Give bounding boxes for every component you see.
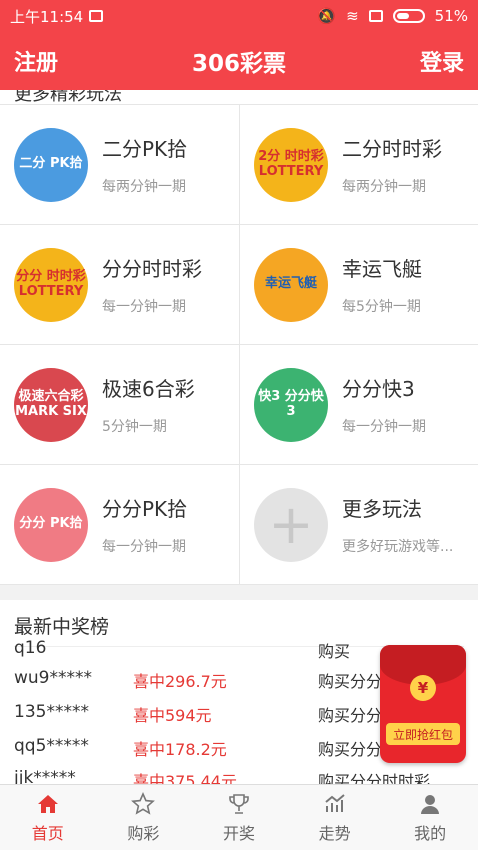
game-item[interactable]: 快3 分分快3 分分快3 每一分钟一期 xyxy=(239,345,478,464)
game-period: 每5分钟一期 xyxy=(342,299,421,315)
game-logo-icon: 分分 PK拾 xyxy=(14,487,88,562)
game-period: 每两分钟一期 xyxy=(102,179,186,195)
mute-icon: 🔕 xyxy=(317,7,337,25)
tab-trend[interactable]: 走势 xyxy=(287,785,383,850)
tab-buy[interactable]: 购彩 xyxy=(96,785,192,850)
game-logo-icon: 快3 分分快3 xyxy=(254,367,328,442)
status-time: 上午11:54 xyxy=(10,7,84,26)
star-icon xyxy=(131,791,156,815)
red-packet-button[interactable]: ¥ 立即抢红包 xyxy=(380,645,466,763)
game-period: 每一分钟一期 xyxy=(102,539,186,555)
notification-icon xyxy=(89,10,104,22)
game-logo-icon: 分分 时时彩 LOTTERY xyxy=(14,247,88,322)
game-period: 每一分钟一期 xyxy=(342,419,426,435)
sim-icon xyxy=(368,10,383,22)
tab-home[interactable]: 首页 xyxy=(0,785,96,850)
game-period: 5分钟一期 xyxy=(102,419,167,435)
game-logo-icon: 极速六合彩 MARK SIX xyxy=(14,367,88,442)
game-item[interactable]: 分分 时时彩 LOTTERY 分分时时彩每一分钟一期 xyxy=(0,225,239,344)
game-item[interactable]: 幸运飞艇 幸运飞艇 每5分钟一期 xyxy=(239,225,478,344)
trophy-icon xyxy=(229,793,249,814)
game-item[interactable]: 分分 PK拾 分分PK拾每一分钟一期 xyxy=(0,465,239,584)
game-name: 极速6合彩 xyxy=(102,377,195,401)
game-name: 二分时时彩 xyxy=(342,137,442,161)
battery-percent: 51% xyxy=(434,7,468,25)
game-name: 二分PK拾 xyxy=(102,137,188,161)
page-title: 306彩票 xyxy=(191,51,286,77)
coin-icon: ¥ xyxy=(410,675,436,701)
list-item: jjk***** 喜中375.44元 购买分分时时彩 xyxy=(14,768,431,784)
winners-title: 最新中奖榜 xyxy=(14,616,110,638)
game-name: 分分时时彩 xyxy=(102,257,202,281)
game-logo-icon: 幸运飞艇 xyxy=(254,247,328,322)
game-logo-icon: 2分 时时彩 LOTTERY xyxy=(254,127,328,202)
home-icon xyxy=(37,794,58,813)
trend-icon xyxy=(324,793,345,812)
plus-icon: + xyxy=(254,487,328,562)
battery-icon xyxy=(392,9,425,23)
wifi-icon: ≋ xyxy=(346,7,359,25)
user-icon xyxy=(421,794,440,814)
game-period: 每一分钟一期 xyxy=(102,299,186,315)
tab-mine[interactable]: 我的 xyxy=(382,785,478,850)
game-period: 每两分钟一期 xyxy=(342,179,426,195)
game-item[interactable]: 极速六合彩 MARK SIX 极速6合彩 5分钟一期 xyxy=(0,345,239,464)
section-title: 更多精彩玩法 xyxy=(14,90,122,104)
game-name: 更多玩法 xyxy=(342,497,422,521)
game-name: 分分快3 xyxy=(342,377,415,401)
game-name: 分分PK拾 xyxy=(102,497,188,521)
more-games-item[interactable]: + 更多玩法更多好玩游戏等... xyxy=(239,465,478,584)
game-item[interactable]: 二分 PK拾 二分PK拾每两分钟一期 xyxy=(0,105,239,224)
app-header: 注册 306彩票 登录 xyxy=(0,32,478,90)
game-name: 幸运飞艇 xyxy=(342,257,422,281)
tab-draw[interactable]: 开奖 xyxy=(191,785,287,850)
game-item[interactable]: 2分 时时彩 LOTTERY 二分时时彩每两分钟一期 xyxy=(239,105,478,224)
section-title-cut: 更多精彩玩法 xyxy=(0,90,478,104)
game-period: 更多好玩游戏等... xyxy=(342,539,454,555)
status-bar: 上午11:54 🔕 ≋ 51% xyxy=(0,0,478,32)
game-grid: 二分 PK拾 二分PK拾每两分钟一期 2分 时时彩 LOTTERY 二分时时彩每… xyxy=(0,104,478,585)
game-logo-icon: 二分 PK拾 xyxy=(14,127,88,202)
grab-red-packet-label: 立即抢红包 xyxy=(386,723,460,745)
login-button[interactable]: 登录 xyxy=(420,45,464,77)
bottom-tab-bar: 首页 购彩 开奖 走势 我的 xyxy=(0,784,478,850)
register-button[interactable]: 注册 xyxy=(14,45,58,77)
